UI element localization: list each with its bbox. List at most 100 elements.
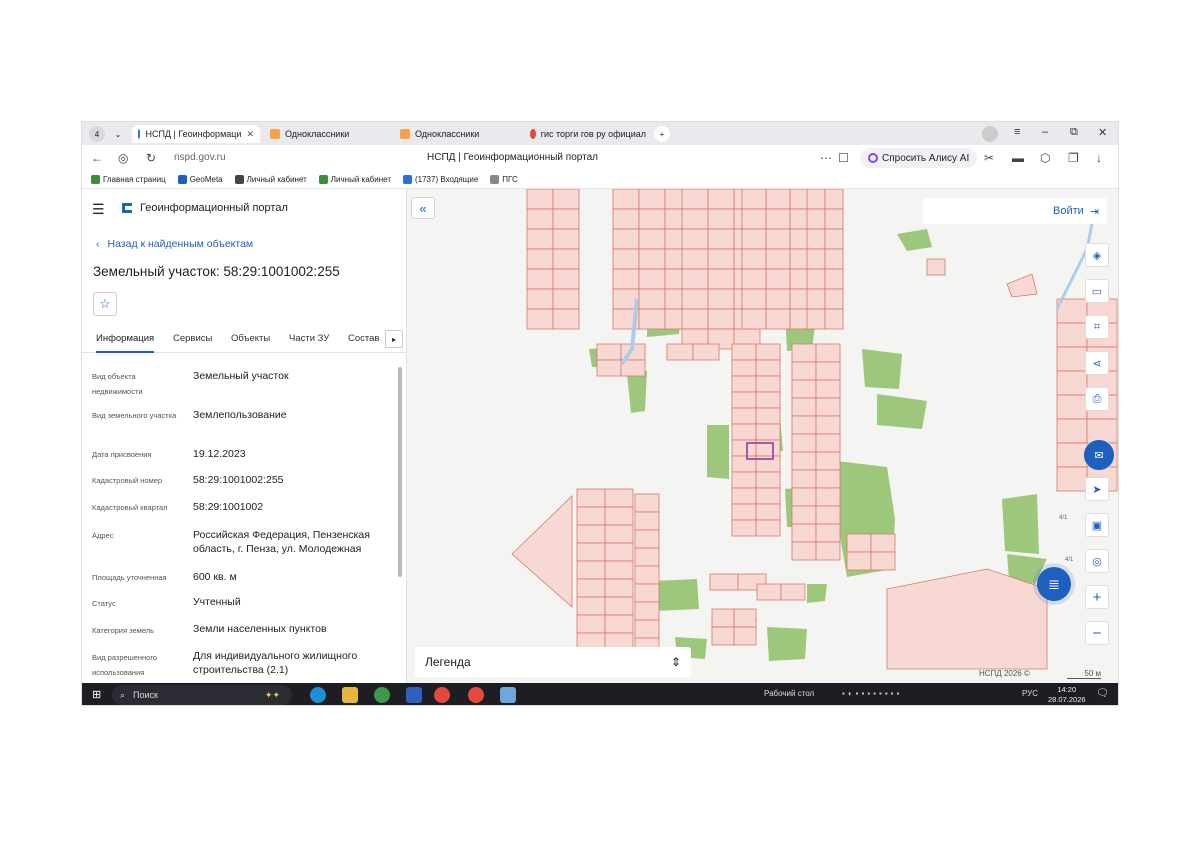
minimap-icon[interactable]: ▣ xyxy=(1085,513,1109,537)
close-window-icon[interactable]: ✕ xyxy=(1098,126,1107,139)
parcel[interactable] xyxy=(604,560,634,580)
parcel[interactable] xyxy=(612,268,640,290)
folder-icon[interactable] xyxy=(342,687,358,703)
select-area-icon[interactable]: ⌗ xyxy=(1085,315,1109,339)
parcel[interactable] xyxy=(815,415,841,435)
tab-odnoklassniki-2[interactable]: Одноклассники xyxy=(394,125,522,143)
parcel[interactable] xyxy=(815,343,841,363)
parcel[interactable] xyxy=(755,423,781,441)
parcel[interactable] xyxy=(806,208,826,230)
close-icon[interactable]: ✕ xyxy=(246,129,254,140)
edge-icon[interactable] xyxy=(310,687,326,703)
parcel[interactable] xyxy=(707,228,735,250)
parcel[interactable] xyxy=(791,469,817,489)
parcel[interactable] xyxy=(815,397,841,417)
parcel[interactable] xyxy=(806,248,826,270)
legend-dropdown[interactable]: Легенда ⇕ xyxy=(415,647,691,677)
parcel[interactable] xyxy=(815,487,841,507)
extension-icon[interactable]: ✂ xyxy=(984,151,994,165)
tab-counter[interactable]: 4 xyxy=(89,126,105,142)
hamburger-menu-icon[interactable]: ☰ xyxy=(92,201,105,218)
parcel[interactable] xyxy=(681,268,709,290)
parcel[interactable] xyxy=(791,397,817,417)
parcel[interactable] xyxy=(576,542,606,562)
parcel[interactable] xyxy=(765,288,791,310)
bookmark-item[interactable]: (1737) Входящие xyxy=(402,175,478,184)
parcel[interactable] xyxy=(731,487,757,505)
parcel[interactable] xyxy=(711,608,735,628)
parcel[interactable] xyxy=(634,493,660,513)
parcel[interactable] xyxy=(926,258,946,276)
parcel[interactable] xyxy=(707,268,735,290)
parcel[interactable] xyxy=(731,359,757,377)
parcel[interactable] xyxy=(765,248,791,270)
parcel[interactable] xyxy=(526,189,554,210)
chrome-icon[interactable] xyxy=(374,687,390,703)
app-icon[interactable] xyxy=(500,687,516,703)
parcel[interactable] xyxy=(681,208,709,230)
parcel[interactable] xyxy=(604,578,634,598)
parcel[interactable] xyxy=(765,208,791,230)
parcel[interactable] xyxy=(552,248,580,270)
save-icon[interactable] xyxy=(406,687,422,703)
parcel[interactable] xyxy=(755,375,781,393)
share-icon[interactable]: ⋖ xyxy=(1085,351,1109,375)
parcel[interactable] xyxy=(815,361,841,381)
parcel[interactable] xyxy=(596,359,622,377)
parcel[interactable] xyxy=(824,288,844,310)
url-text[interactable]: nspd.gov.ru xyxy=(174,152,226,163)
parcel[interactable] xyxy=(526,288,554,310)
parcel[interactable] xyxy=(612,189,640,210)
parcel[interactable] xyxy=(741,228,767,250)
parcel[interactable] xyxy=(815,505,841,525)
yandex-icon[interactable] xyxy=(468,687,484,703)
bookmark-item[interactable]: Главная страниц xyxy=(91,175,166,184)
parcel[interactable] xyxy=(552,189,580,210)
parcel[interactable] xyxy=(741,208,767,230)
parcel[interactable] xyxy=(755,359,781,377)
chevron-down-icon[interactable]: ⌄ xyxy=(110,126,126,142)
parcel[interactable] xyxy=(741,288,767,310)
parcel[interactable] xyxy=(755,519,781,537)
parcel[interactable] xyxy=(638,248,666,270)
parcel[interactable] xyxy=(612,228,640,250)
login-button[interactable]: Войти ⇥ xyxy=(923,198,1107,224)
parcel[interactable] xyxy=(755,487,781,505)
parcel[interactable] xyxy=(638,288,666,310)
back-arrow-icon[interactable]: ← xyxy=(91,151,103,165)
parcel[interactable] xyxy=(824,208,844,230)
ruler-icon[interactable]: ▭ xyxy=(1085,279,1109,303)
alice-button[interactable]: Спросить Алису AI xyxy=(860,148,978,168)
tab-parts[interactable]: Части ЗУ xyxy=(289,333,329,344)
windows-start-icon[interactable]: ⊞ xyxy=(92,688,101,701)
parcel[interactable] xyxy=(806,189,826,210)
parcel[interactable] xyxy=(681,189,709,210)
parcel[interactable] xyxy=(634,529,660,549)
parcel[interactable] xyxy=(755,407,781,425)
parcel[interactable] xyxy=(1056,394,1088,420)
parcel[interactable] xyxy=(824,268,844,290)
tab-torgi[interactable]: гис торги гов ру официал xyxy=(524,125,652,143)
parcel[interactable] xyxy=(824,308,844,330)
yandex-browser-icon[interactable] xyxy=(434,687,450,703)
parcel[interactable] xyxy=(526,248,554,270)
parcel[interactable] xyxy=(526,208,554,230)
parcel[interactable] xyxy=(731,391,757,409)
bookmark-item[interactable]: Личный кабинет xyxy=(234,175,307,184)
chat-assistant-icon[interactable]: ✉ xyxy=(1083,439,1115,471)
parcel[interactable] xyxy=(806,228,826,250)
parcel[interactable] xyxy=(755,343,781,361)
parcel[interactable] xyxy=(634,583,660,603)
parcel[interactable] xyxy=(634,547,660,567)
parcel[interactable] xyxy=(741,308,767,330)
parcel[interactable] xyxy=(576,506,606,526)
desktop-label[interactable]: Рабочий стол xyxy=(764,689,814,698)
parcel[interactable] xyxy=(755,471,781,489)
parcel[interactable] xyxy=(791,415,817,435)
layers-icon[interactable]: ◈ xyxy=(1085,243,1109,267)
parcel[interactable] xyxy=(692,343,720,361)
parcel[interactable] xyxy=(755,391,781,409)
parcel[interactable] xyxy=(707,248,735,270)
parcel[interactable] xyxy=(634,511,660,531)
parcel[interactable] xyxy=(731,407,757,425)
